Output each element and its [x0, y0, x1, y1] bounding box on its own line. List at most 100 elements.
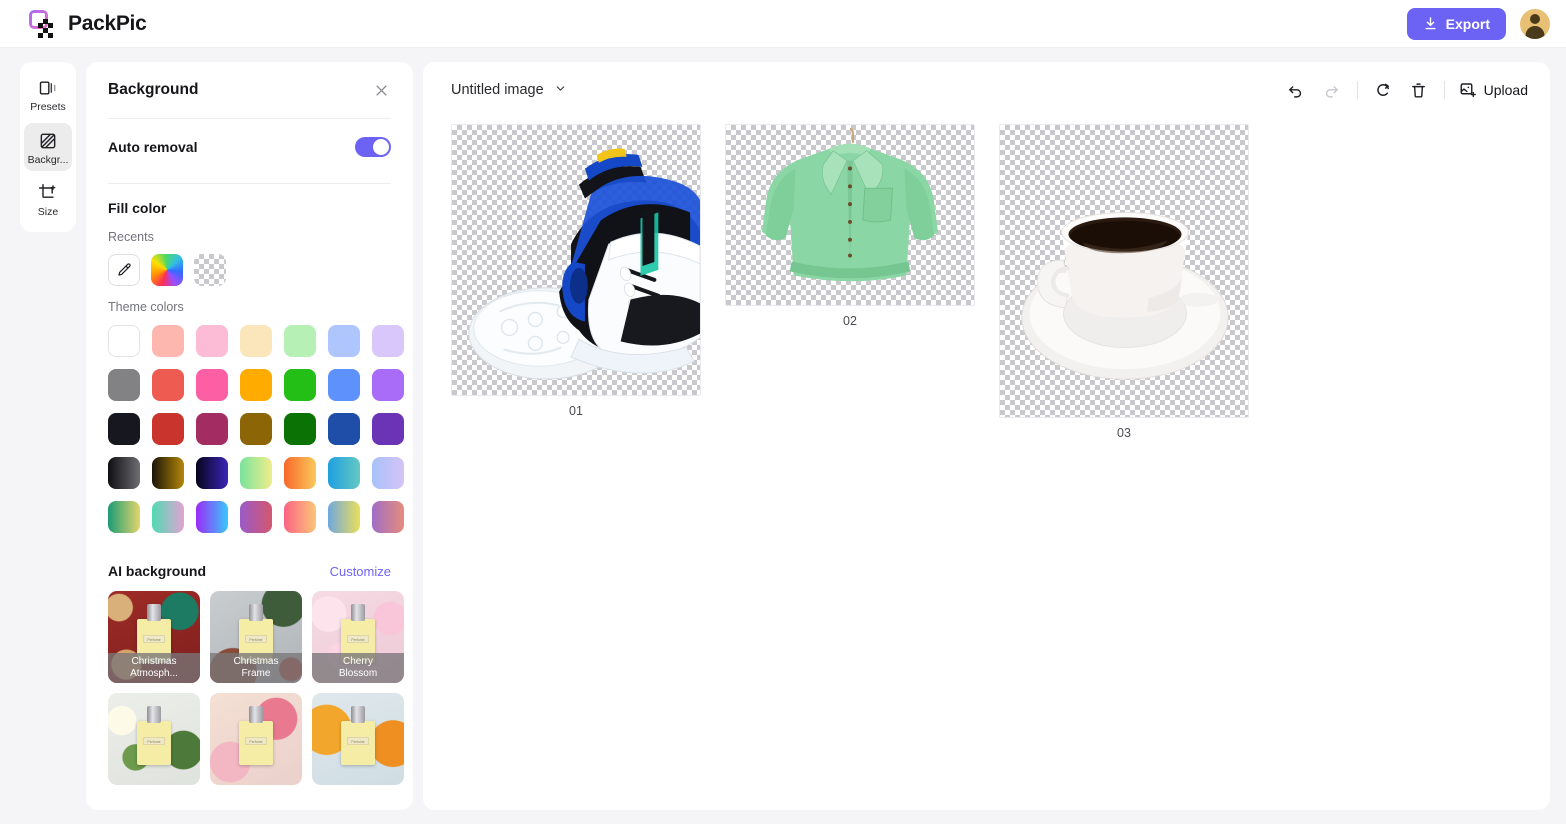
- auto-removal-row: Auto removal: [108, 119, 391, 175]
- theme-color-swatch[interactable]: [196, 413, 228, 445]
- ai-caption-line-2: Blossom: [338, 668, 378, 679]
- ai-background-card[interactable]: Perfume Christmas Atmosph...: [108, 591, 200, 683]
- packpic-logo-icon: [28, 9, 58, 39]
- sidebar-item-background[interactable]: Backgr...: [24, 122, 72, 171]
- redo-icon: [1325, 85, 1338, 98]
- theme-color-swatch[interactable]: [284, 369, 316, 401]
- theme-color-swatch[interactable]: [196, 325, 228, 357]
- ai-background-caption: Christmas Atmosph...: [108, 653, 200, 683]
- ai-background-caption: Cherry Blossom: [312, 653, 404, 683]
- chevron-down-icon[interactable]: [554, 82, 567, 98]
- app-body: Presets Backgr... Size Background Auto r…: [0, 48, 1566, 824]
- recents-label: Recents: [108, 230, 154, 244]
- theme-color-swatch[interactable]: [328, 413, 360, 445]
- eyedropper-swatch[interactable]: [108, 254, 140, 286]
- rainbow-swatch[interactable]: [151, 254, 183, 286]
- theme-color-swatch[interactable]: [284, 413, 316, 445]
- undo-icon: [1289, 85, 1302, 98]
- transparent-swatch[interactable]: [194, 254, 226, 286]
- recents-swatches: [108, 254, 391, 286]
- theme-color-grid: [108, 325, 404, 533]
- theme-color-swatch[interactable]: [108, 457, 140, 489]
- sidebar-item-presets[interactable]: Presets: [24, 70, 72, 119]
- image-card[interactable]: 02: [725, 124, 975, 328]
- close-icon[interactable]: [371, 80, 391, 100]
- toolbar-divider: [1356, 81, 1358, 99]
- theme-color-swatch[interactable]: [152, 457, 184, 489]
- perfume-label: Perfume: [347, 737, 369, 745]
- theme-color-swatch[interactable]: [152, 501, 184, 533]
- undo-button[interactable]: [1285, 79, 1307, 101]
- ai-caption-line-1: Christmas: [233, 656, 279, 667]
- theme-color-swatch[interactable]: [328, 325, 360, 357]
- perfume-label: Perfume: [347, 635, 369, 643]
- tool-rail: Presets Backgr... Size: [20, 62, 76, 232]
- sidebar-item-size[interactable]: Size: [24, 175, 72, 224]
- refresh-button[interactable]: [1372, 79, 1394, 101]
- ai-background-header: AI background Customize: [108, 563, 391, 579]
- perfume-cap-icon: [249, 604, 263, 621]
- image-thumbnail[interactable]: [725, 124, 975, 306]
- theme-color-swatch[interactable]: [372, 501, 404, 533]
- image-list: 01 02 03: [423, 118, 1550, 810]
- canvas-toolbar: Untitled image Upload: [423, 62, 1550, 118]
- page-title: Background: [108, 81, 199, 98]
- theme-color-swatch[interactable]: [240, 457, 272, 489]
- theme-color-swatch[interactable]: [152, 413, 184, 445]
- app-header: PackPic Export: [0, 0, 1566, 48]
- theme-color-swatch[interactable]: [240, 325, 272, 357]
- theme-color-swatch[interactable]: [240, 369, 272, 401]
- document-title[interactable]: Untitled image: [451, 82, 544, 98]
- theme-color-swatch[interactable]: [372, 369, 404, 401]
- theme-color-swatch[interactable]: [152, 325, 184, 357]
- image-add-icon: [1460, 83, 1476, 98]
- theme-color-swatch[interactable]: [372, 325, 404, 357]
- theme-color-swatch[interactable]: [328, 369, 360, 401]
- auto-removal-toggle[interactable]: [355, 137, 391, 157]
- theme-color-swatch[interactable]: [284, 501, 316, 533]
- theme-color-swatch[interactable]: [108, 325, 140, 357]
- crop-resize-icon: [38, 183, 56, 198]
- theme-color-swatch[interactable]: [372, 413, 404, 445]
- theme-color-swatch[interactable]: [284, 457, 316, 489]
- theme-color-swatch[interactable]: [108, 413, 140, 445]
- shirt-photo: [761, 127, 939, 282]
- image-card[interactable]: 03: [999, 124, 1249, 440]
- panel-scroll[interactable]: Background Auto removal Fill color Recen…: [86, 62, 413, 810]
- theme-color-swatch[interactable]: [196, 369, 228, 401]
- delete-button[interactable]: [1408, 79, 1430, 101]
- brand-name: PackPic: [68, 11, 147, 35]
- upload-label: Upload: [1483, 82, 1528, 98]
- theme-color-swatch[interactable]: [196, 457, 228, 489]
- ai-background-card[interactable]: Perfume: [108, 693, 200, 785]
- export-button[interactable]: Export: [1406, 7, 1506, 40]
- theme-color-swatch[interactable]: [240, 501, 272, 533]
- theme-color-swatch[interactable]: [284, 325, 316, 357]
- image-card[interactable]: 01: [451, 124, 701, 418]
- theme-color-swatch[interactable]: [328, 457, 360, 489]
- theme-color-swatch[interactable]: [108, 501, 140, 533]
- image-thumbnail[interactable]: [451, 124, 701, 396]
- image-thumbnail[interactable]: [999, 124, 1249, 418]
- download-icon: [1425, 17, 1436, 30]
- perfume-cap-icon: [147, 604, 161, 621]
- theme-color-swatch[interactable]: [196, 501, 228, 533]
- theme-color-swatch[interactable]: [240, 413, 272, 445]
- perfume-label: Perfume: [143, 737, 165, 745]
- auto-removal-label: Auto removal: [108, 139, 198, 155]
- perfume-label: Perfume: [143, 635, 165, 643]
- ai-background-card[interactable]: Perfume: [210, 693, 302, 785]
- upload-button[interactable]: Upload: [1459, 81, 1528, 99]
- ai-background-card[interactable]: Perfume Cherry Blossom: [312, 591, 404, 683]
- fill-color-title: Fill color: [108, 200, 167, 216]
- theme-color-swatch[interactable]: [108, 369, 140, 401]
- theme-color-swatch[interactable]: [152, 369, 184, 401]
- avatar[interactable]: [1520, 8, 1550, 39]
- theme-color-swatch[interactable]: [328, 501, 360, 533]
- ai-background-card[interactable]: Perfume Christmas Frame: [210, 591, 302, 683]
- redo-button[interactable]: [1321, 79, 1343, 101]
- customize-link[interactable]: Customize: [330, 564, 391, 579]
- perfume-cap-icon: [351, 604, 365, 621]
- theme-color-swatch[interactable]: [372, 457, 404, 489]
- ai-background-card[interactable]: Perfume: [312, 693, 404, 785]
